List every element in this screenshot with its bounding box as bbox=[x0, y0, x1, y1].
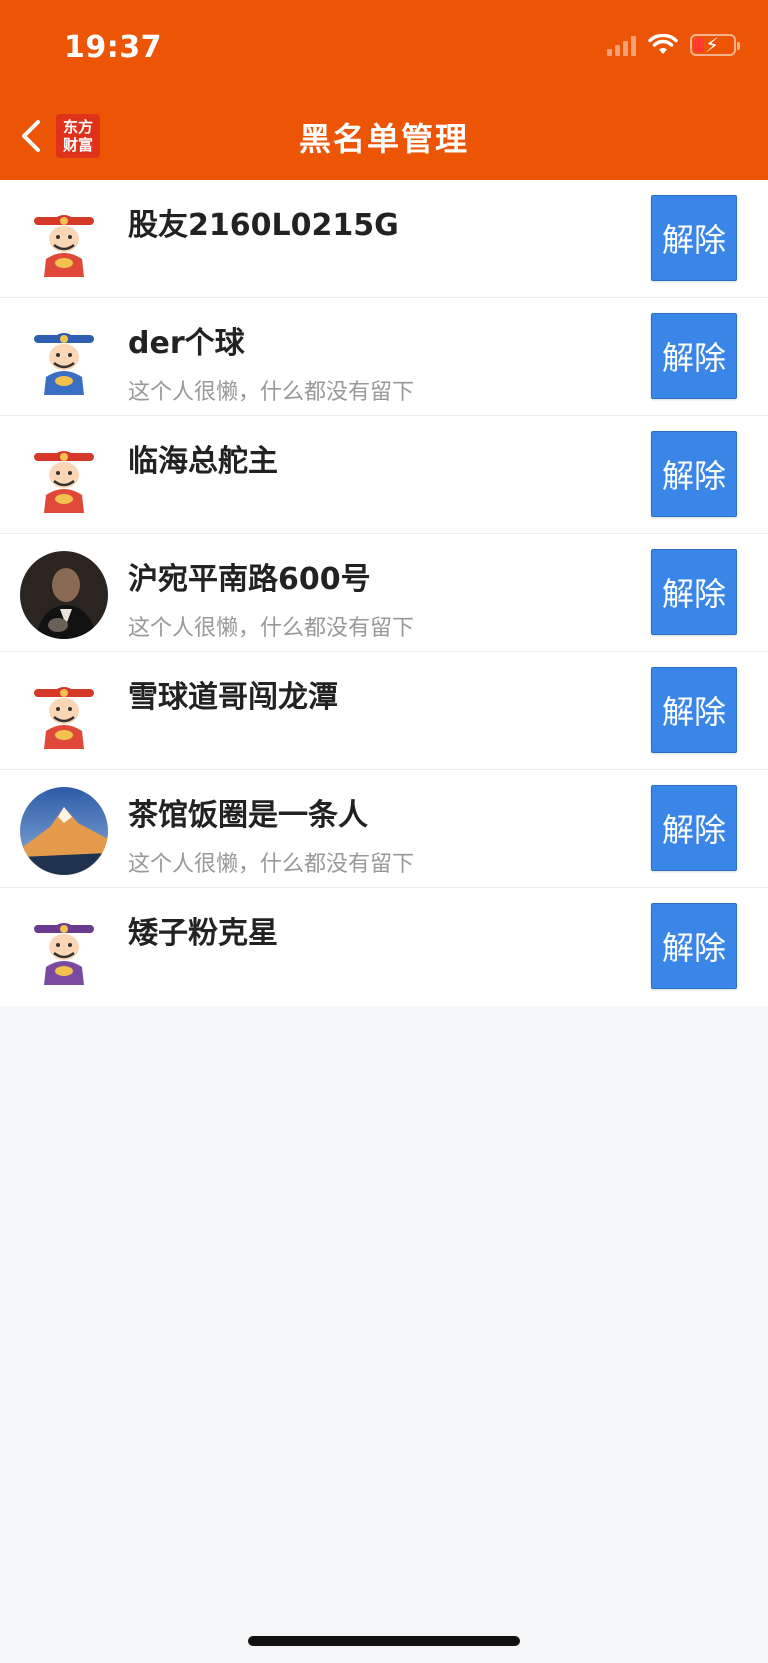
list-item[interactable]: 股友2160L0215G 解除 bbox=[0, 180, 768, 298]
unblock-button[interactable]: 解除 bbox=[651, 903, 737, 989]
list-item[interactable]: 矮子粉克星 解除 bbox=[0, 888, 768, 1006]
fortune-god-blue-icon bbox=[20, 315, 108, 403]
status-icons: ⚡ bbox=[607, 33, 740, 57]
list-item[interactable]: 雪球道哥闯龙潭 解除 bbox=[0, 652, 768, 770]
wifi-icon bbox=[648, 34, 678, 54]
unblock-button[interactable]: 解除 bbox=[651, 785, 737, 871]
battery-icon: ⚡ bbox=[690, 33, 740, 57]
home-indicator[interactable] bbox=[248, 1636, 520, 1646]
page-title: 黑名单管理 bbox=[298, 120, 469, 158]
user-name: 矮子粉克星 bbox=[128, 916, 278, 951]
user-name: 临海总舵主 bbox=[128, 444, 278, 479]
fortune-god-purple-icon bbox=[20, 905, 108, 993]
blacklist-list: 股友2160L0215G 解除 der个球 这个人很懒，什么都没有留下 解除 临海总舵主解… bbox=[0, 180, 768, 1006]
fortune-god-red-icon bbox=[20, 433, 108, 521]
unblock-button[interactable]: 解除 bbox=[651, 313, 737, 399]
status-time: 19:37 bbox=[64, 30, 162, 65]
list-item[interactable]: 茶馆饭圈是一条人这个人很懒，什么都没有留下 解除 bbox=[0, 770, 768, 888]
list-item[interactable]: der个球这个人很懒，什么都没有留下 解除 bbox=[0, 298, 768, 416]
user-bio: 这个人很懒，什么都没有留下 bbox=[128, 380, 415, 405]
photo-mountain-icon bbox=[20, 787, 108, 875]
unblock-button[interactable]: 解除 bbox=[651, 195, 737, 281]
user-bio: 这个人很懒，什么都没有留下 bbox=[128, 852, 415, 877]
user-name: der个球 bbox=[128, 326, 245, 361]
user-name: 沪宛平南路600号 bbox=[128, 562, 371, 597]
list-item[interactable]: 沪宛平南路600号这个人很懒，什么都没有留下 解除 bbox=[0, 534, 768, 652]
cellular-signal-icon bbox=[607, 34, 636, 56]
fortune-god-red-icon bbox=[20, 669, 108, 757]
fortune-god-red-icon bbox=[20, 197, 108, 285]
user-name: 股友2160L0215G bbox=[128, 208, 399, 243]
list-item[interactable]: 临海总舵主 解除 bbox=[0, 416, 768, 534]
user-name: 雪球道哥闯龙潭 bbox=[128, 680, 338, 715]
unblock-button[interactable]: 解除 bbox=[651, 549, 737, 635]
photo-portrait-icon bbox=[20, 551, 108, 639]
user-bio: 这个人很懒，什么都没有留下 bbox=[128, 616, 415, 641]
app-header: 19:37 ⚡ 东方 财富 黑名单管理 bbox=[0, 0, 768, 180]
unblock-button[interactable]: 解除 bbox=[651, 667, 737, 753]
user-name: 茶馆饭圈是一条人 bbox=[128, 798, 368, 833]
unblock-button[interactable]: 解除 bbox=[651, 431, 737, 517]
